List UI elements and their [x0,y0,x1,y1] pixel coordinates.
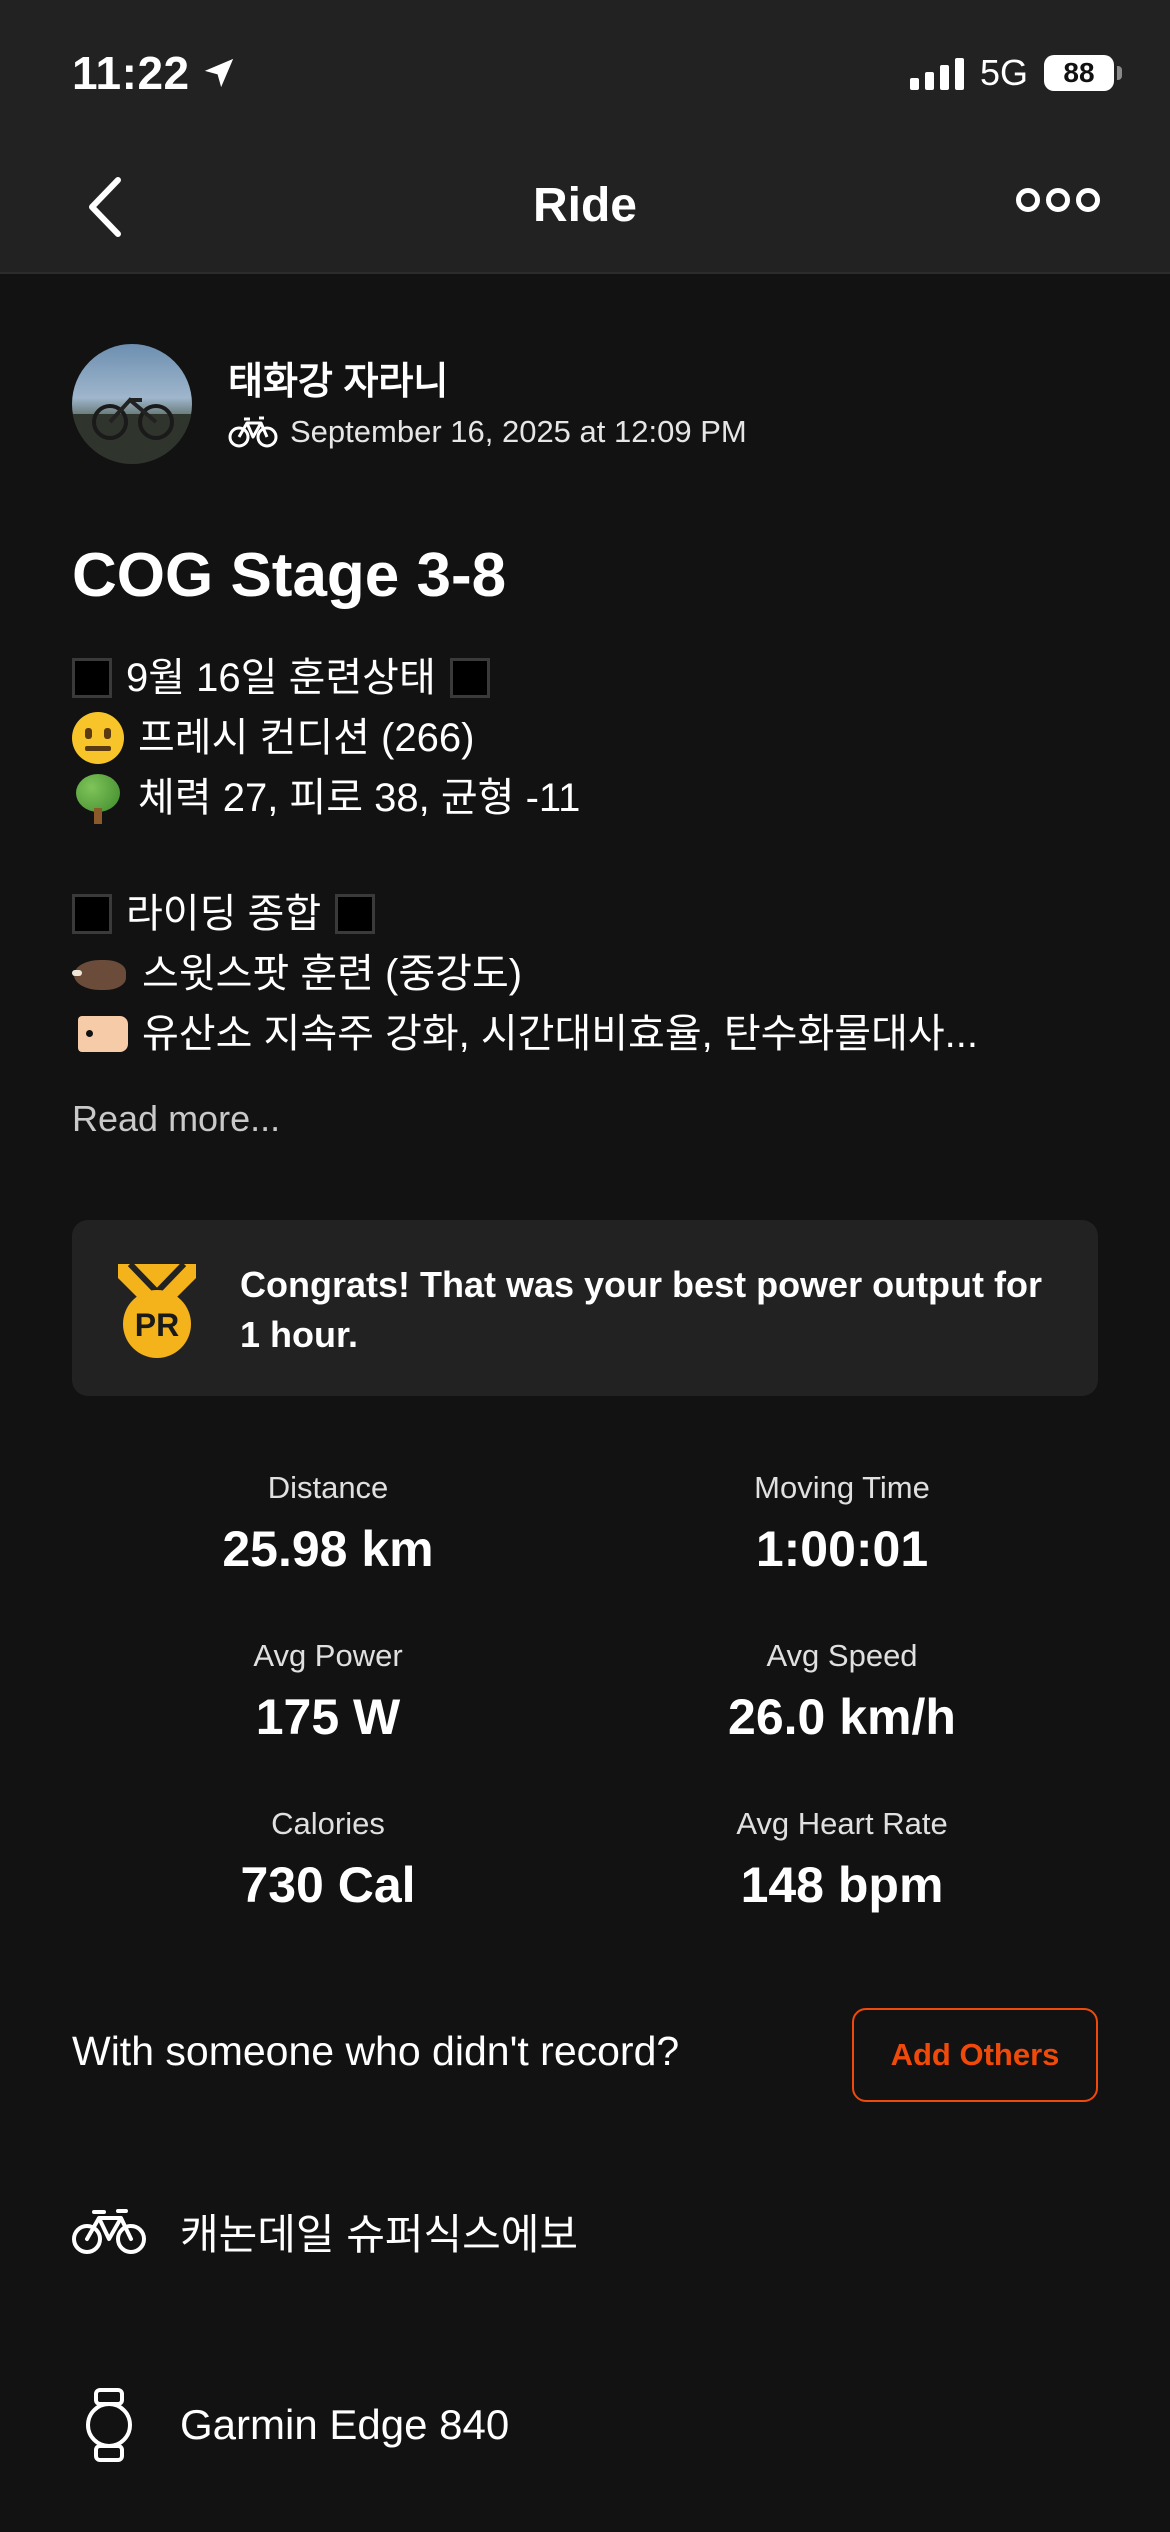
achievement-card[interactable]: PR Congrats! That was your best power ou… [72,1220,1098,1396]
stat-avg-heart-rate: Avg Heart Rate 148 bpm [586,1806,1098,1914]
pr-medal-icon: PR [118,1261,196,1358]
stat-distance: Distance 25.98 km [72,1470,584,1578]
stat-label: Moving Time [754,1470,930,1505]
description-line: 스윗스팟 훈련 (중강도) [72,944,1102,1004]
stat-value: 148 bpm [740,1857,944,1913]
stat-value: 730 Cal [240,1857,416,1913]
activity-description: 9월 16일 훈련상태 프레시 컨디션 (266) 체력 27, 피로 38, … [72,648,1102,1064]
ride-date-row: September 16, 2025 at 12:09 PM [228,414,747,450]
description-line: 9월 16일 훈련상태 [72,648,1102,708]
clock: 11:22 [72,47,190,99]
stat-calories: Calories 730 Cal [72,1806,584,1914]
status-time: 11:22 [72,46,236,100]
stat-moving-time: Moving Time 1:00:01 [586,1470,1098,1578]
top-bar: 11:22 5G 88 Ride [0,0,1170,274]
watch-icon [72,2388,146,2462]
bike-icon [228,416,278,448]
neutral-face-icon [72,712,124,764]
stat-value: 175 W [255,1689,401,1745]
tree-icon [72,772,124,824]
gear-device-row[interactable]: Garmin Edge 840 [72,2388,509,2462]
location-arrow-icon [204,58,233,88]
stat-avg-power: Avg Power 175 W [72,1638,584,1746]
more-options-icon[interactable] [1016,188,1100,212]
battery-icon: 88 [1044,55,1122,91]
bike-icon [72,2194,146,2268]
status-indicators: 5G 88 [909,52,1122,94]
black-square-icon [72,894,112,934]
stat-value: 25.98 km [222,1521,434,1577]
with-others-prompt: With someone who didn't record? [72,2028,680,2074]
page-title: Ride [532,179,637,232]
description-line: 유산소 지속주 강화, 시간대비효율, 탄수화물대사... [72,1004,1102,1064]
add-others-button[interactable]: Add Others [852,2008,1098,2102]
stat-label: Avg Heart Rate [736,1806,948,1841]
stat-value: 26.0 km/h [728,1689,956,1745]
achievement-text: Congrats! That was your best power outpu… [240,1264,1043,1355]
athlete-name[interactable]: 태화강 자라니 [228,350,448,405]
boar-icon [72,952,128,996]
description-line: 체력 27, 피로 38, 균형 -11 [72,768,1102,828]
network-type: 5G [979,52,1028,93]
read-more-link[interactable]: Read more... [72,1098,280,1140]
bike-name: 캐논데일 슈퍼식스에보 [180,2210,579,2258]
stat-label: Avg Power [253,1638,403,1673]
label-tag-icon [72,1014,128,1054]
stat-avg-speed: Avg Speed 26.0 km/h [586,1638,1098,1746]
description-line: 라이딩 종합 [72,884,1102,944]
signal-icon [909,56,964,90]
description-line: 프레시 컨디션 (266) [72,708,1102,768]
black-square-icon [335,894,376,934]
stat-value: 1:00:01 [755,1521,929,1577]
black-square-icon [72,658,112,698]
stat-label: Distance [267,1470,389,1505]
avatar-photo [72,397,192,464]
avatar[interactable] [72,344,192,464]
activity-title: COG Stage 3-8 [72,541,507,610]
pr-badge-text: PR [135,1307,179,1343]
stat-label: Avg Speed [766,1638,918,1673]
stat-label: Calories [271,1806,385,1841]
gear-bike-row[interactable]: 캐논데일 슈퍼식스에보 [72,2194,578,2268]
ride-date: September 16, 2025 at 12:09 PM [290,414,747,449]
black-square-icon [449,658,490,698]
device-name: Garmin Edge 840 [180,2401,510,2448]
